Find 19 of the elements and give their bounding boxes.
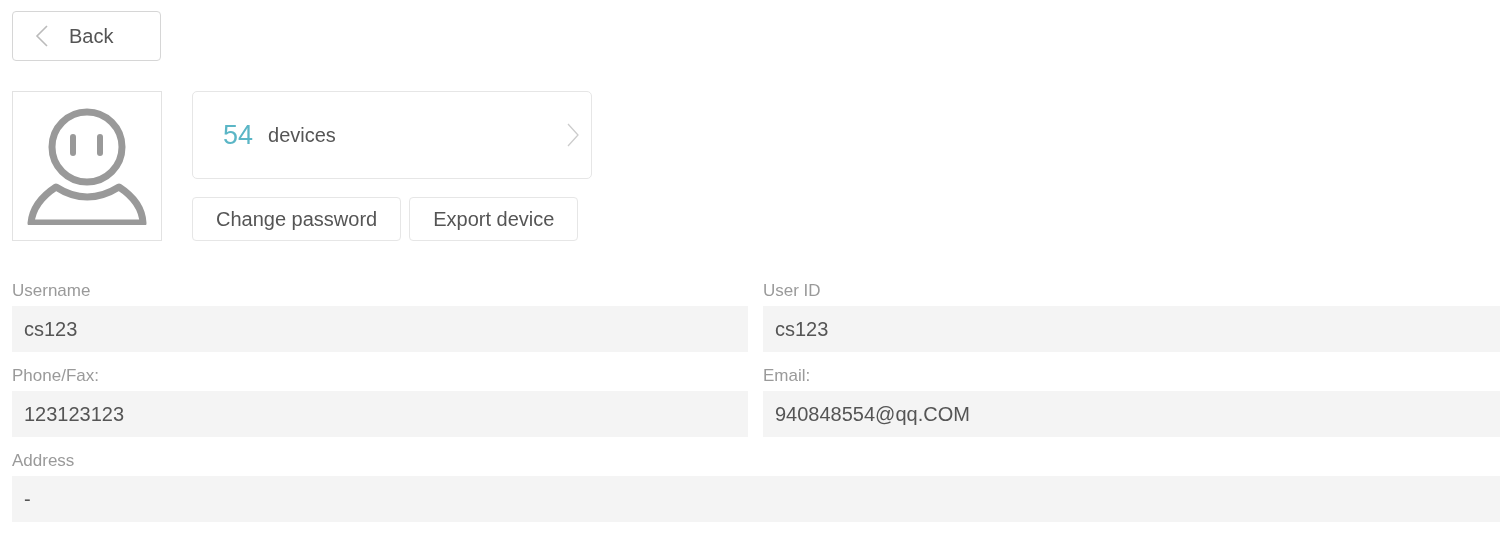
field-label: Phone/Fax: <box>12 366 99 386</box>
action-button[interactable]: Export device <box>409 197 579 241</box>
field-label: User ID <box>763 281 821 301</box>
field-value: 940848554@qq.COM <box>763 391 1500 437</box>
action-button[interactable]: Change password <box>192 197 402 241</box>
field-label: Email: <box>763 366 811 386</box>
field-value: - <box>12 476 1500 522</box>
user-silhouette-icon <box>27 107 147 225</box>
device-count: 54 <box>223 119 254 151</box>
devices-label: devices <box>268 123 337 147</box>
field-value: cs123 <box>12 306 748 352</box>
chevron-right-icon <box>567 123 579 147</box>
back-button[interactable]: Back <box>12 11 161 61</box>
field-label: Username <box>12 281 91 301</box>
field-value: cs123 <box>763 306 1500 352</box>
field-label: Address <box>12 451 75 471</box>
chevron-left-icon <box>35 25 49 47</box>
field-value: 123123123 <box>12 391 748 437</box>
devices-card[interactable]: 54 devices <box>192 91 592 179</box>
